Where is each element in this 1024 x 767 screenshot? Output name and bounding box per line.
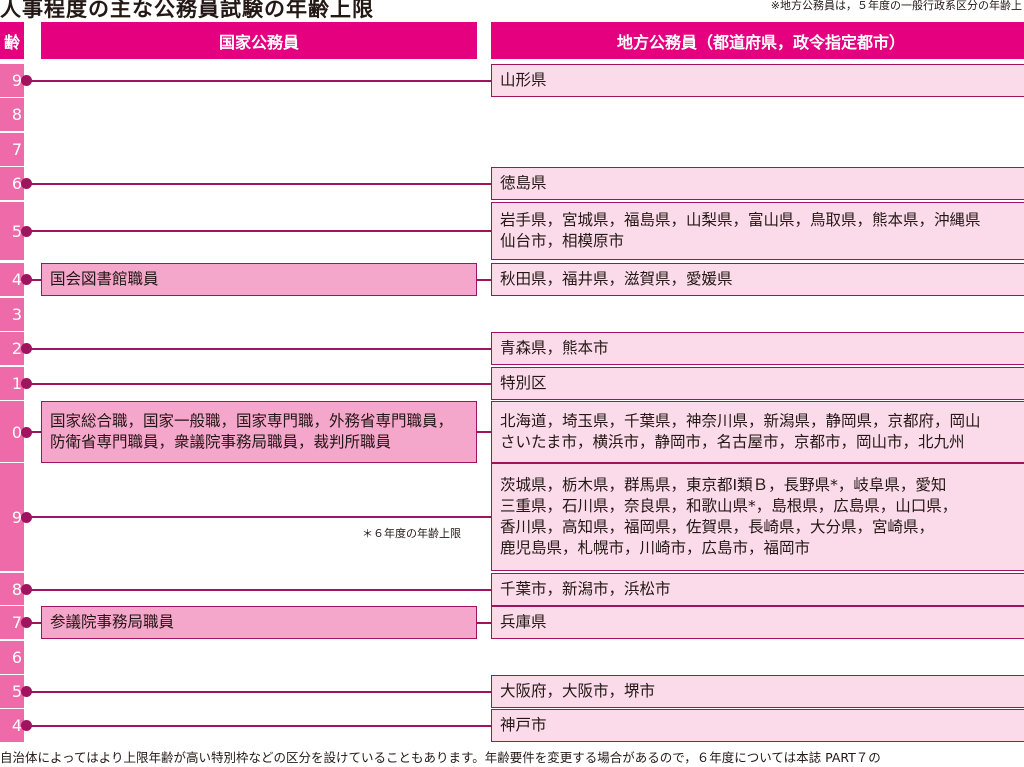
age-divider [0, 366, 24, 367]
local-exam-box: 青森県，熊本市 [491, 332, 1024, 365]
footnote: 自治体によってはより上限年齢が高い特別枠などの区分を設けていることもあります。年… [0, 750, 881, 765]
age-cell: 3 [0, 298, 24, 331]
age-divider [0, 400, 24, 401]
page-title: 人事程度の主な公務員試験の年齢上限 [0, 0, 374, 21]
local-exam-text: 秋田県，福井県，滋賀県，愛媛県 [500, 270, 733, 288]
connector-line [26, 182, 491, 185]
connector-line [26, 516, 491, 518]
national-header: 国家公務員 [41, 22, 477, 59]
connector-line [26, 588, 491, 591]
age-cell: 8 [0, 98, 24, 131]
local-exam-text: 徳島県 [500, 174, 547, 192]
age-divider [0, 166, 24, 167]
age-cell: 6 [0, 641, 24, 674]
connector-line [26, 431, 41, 433]
local-exam-text: 茨城県，栃木県，群馬県，東京都Ⅰ類Ｂ，長野県*，岐阜県，愛知 [500, 476, 947, 494]
connector-line [26, 690, 491, 693]
connector-line [26, 382, 491, 385]
local-exam-text: 千葉市，新潟市，浜松市 [500, 580, 671, 598]
local-exam-text: 北海道，埼玉県，千葉県，神奈川県，新潟県，静岡県，京都府，岡山 [500, 412, 981, 430]
top-note: ※地方公務員は，５年度の一般行政系区分の年齢上 [770, 0, 1022, 12]
local-exam-box: 秋田県，福井県，滋賀県，愛媛県 [491, 263, 1024, 296]
local-exam-box: 岩手県，宮城県，福島県，山梨県，富山県，鳥取県，熊本県，沖縄県 仙台市，相模原市 [491, 202, 1024, 260]
age-divider [0, 708, 24, 709]
age-divider [0, 640, 24, 641]
age-divider [0, 674, 24, 675]
age-divider [0, 201, 24, 202]
local-header: 地方公務員（都道府県，政令指定都市） [491, 22, 1024, 59]
age-cell: 7 [0, 133, 24, 166]
age-divider [0, 297, 24, 298]
national-exam-text: 防衛省専門職員，衆議院事務局職員，裁判所職員 [50, 433, 392, 451]
local-exam-box: 徳島県 [491, 167, 1024, 200]
age-divider [0, 331, 24, 332]
local-exam-text: 三重県，石川県，奈良県，和歌山県*，島根県，広島県，山口県， [500, 497, 958, 515]
connector-line [26, 621, 41, 624]
national-exam-text: 参議院事務局職員 [50, 613, 175, 631]
connector-line [477, 431, 491, 433]
local-exam-text: 特別区 [500, 374, 547, 392]
local-exam-box: 神戸市 [491, 709, 1024, 742]
local-exam-text: 山形県 [500, 71, 547, 89]
age-divider [0, 97, 24, 98]
national-exam-box: 参議院事務局職員 [41, 606, 477, 639]
age-divider [0, 262, 24, 263]
national-exam-box: 国家総合職，国家一般職，国家専門職，外務省専門職員， 防衛省専門職員，衆議院事務局… [41, 401, 477, 463]
local-exam-box: 山形県 [491, 64, 1024, 97]
connector-line [26, 230, 491, 232]
age-divider [0, 132, 24, 133]
local-exam-text: 神戸市 [500, 716, 547, 734]
connector-line [477, 621, 491, 624]
local-exam-text: 鹿児島県，札幌市，川崎市，広島市，福岡市 [500, 539, 811, 557]
connector-line [26, 79, 491, 82]
national-exam-text: 国会図書館職員 [50, 270, 159, 288]
local-exam-box: 北海道，埼玉県，千葉県，神奈川県，新潟県，静岡県，京都府，岡山 さいたま市，横浜市… [491, 401, 1024, 463]
local-exam-text: 青森県，熊本市 [500, 339, 609, 357]
local-exam-text: さいたま市，横浜市，静岡市，名古屋市，京都市，岡山市，北九州 [500, 433, 965, 451]
local-exam-text: 大阪府，大阪市，堺市 [500, 682, 656, 700]
local-exam-box: 兵庫県 [491, 606, 1024, 639]
connector-line [477, 278, 491, 281]
connector-line [26, 724, 491, 727]
local-exam-box: 大阪府，大阪市，堺市 [491, 675, 1024, 708]
age-header: 齢 [0, 22, 24, 59]
local-exam-text: 仙台市，相模原市 [500, 232, 625, 250]
age-divider [0, 572, 24, 573]
connector-line [26, 278, 41, 281]
local-exam-text: 岩手県，宮城県，福島県，山梨県，富山県，鳥取県，熊本県，沖縄県 [500, 211, 981, 229]
national-exam-box: 国会図書館職員 [41, 263, 477, 296]
age-limit-note: ＊６年度の年齢上限 [362, 527, 461, 540]
local-exam-box: 千葉市，新潟市，浜松市 [491, 573, 1024, 606]
local-exam-box: 茨城県，栃木県，群馬県，東京都Ⅰ類Ｂ，長野県*，岐阜県，愛知 三重県，石川県，奈良… [491, 463, 1024, 571]
age-divider [0, 462, 24, 463]
connector-line [26, 347, 491, 350]
age-divider [0, 605, 24, 606]
local-exam-text: 兵庫県 [500, 613, 547, 631]
local-exam-text: 香川県，高知県，福岡県，佐賀県，長崎県，大分県，宮崎県， [500, 518, 935, 536]
local-exam-box: 特別区 [491, 367, 1024, 400]
national-exam-text: 国家総合職，国家一般職，国家専門職，外務省専門職員， [50, 412, 454, 430]
